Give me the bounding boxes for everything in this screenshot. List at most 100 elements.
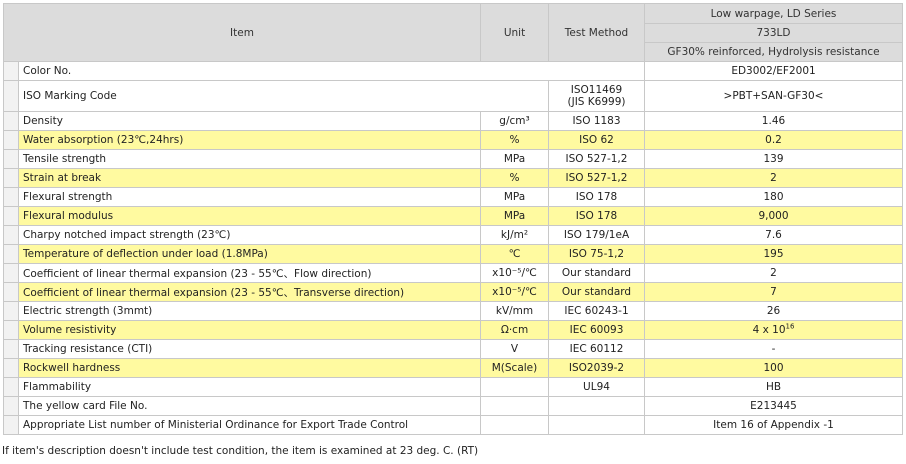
cell-unit bbox=[480, 396, 549, 416]
value-text: 7 bbox=[770, 286, 777, 298]
header-grade: 733LD bbox=[644, 23, 903, 43]
cell-value: Item 16 of Appendix -1 bbox=[644, 415, 903, 435]
cell-item: Density bbox=[18, 111, 481, 131]
footnote: If item's description doesn't include te… bbox=[2, 445, 479, 457]
cell-item: Volume resistivity bbox=[18, 320, 481, 340]
cell-test-method: Our standard bbox=[548, 282, 645, 302]
header-unit: Unit bbox=[480, 3, 549, 62]
cell-unit: % bbox=[480, 168, 549, 188]
value-text: >PBT+SAN-GF30< bbox=[723, 90, 824, 102]
table-row: Water absorption (23℃,24hrs)% ISO 62 0.2 bbox=[3, 130, 903, 150]
table-row: Tracking resistance (CTI) V IEC 60112 - bbox=[3, 339, 903, 359]
value-text: HB bbox=[765, 381, 782, 393]
row-spacer bbox=[3, 263, 19, 283]
cell-unit: V bbox=[480, 339, 549, 359]
header-series: Low warpage, LD Series bbox=[644, 3, 903, 24]
table-row: Charpy notched impact strength (23℃) kJ/m… bbox=[3, 225, 903, 245]
value-text: 0.2 bbox=[765, 134, 782, 146]
value-exponent: 16 bbox=[785, 322, 795, 331]
cell-test-method: ISO 178 bbox=[548, 187, 645, 207]
value-text: 1.46 bbox=[761, 115, 786, 127]
cell-unit: Ω·cm bbox=[480, 320, 549, 340]
cell-unit: kJ/m² bbox=[480, 225, 549, 245]
value-text: 4 x 10 bbox=[752, 324, 786, 336]
test-method-line: (JIS K6999) bbox=[567, 96, 626, 108]
table-row: Coefficient of linear thermal expansion … bbox=[3, 263, 903, 283]
cell-item: Temperature of deflection under load (1.… bbox=[18, 244, 481, 264]
table-row: Flexural strength MPa ISO 178 180 bbox=[3, 187, 903, 207]
cell-item: Appropriate List number of Ministerial O… bbox=[18, 415, 481, 435]
cell-test-method: ISO 527-1,2 bbox=[548, 168, 645, 188]
row-spacer bbox=[3, 301, 19, 321]
header-item: Item bbox=[3, 3, 481, 62]
header-test-method: Test Method bbox=[548, 3, 645, 62]
cell-value: 4 x 1016 bbox=[644, 320, 903, 340]
row-spacer bbox=[3, 377, 19, 397]
row-spacer bbox=[3, 396, 19, 416]
cell-value: ED3002/EF2001 bbox=[644, 61, 903, 81]
table-row: The yellow card File No. E213445 bbox=[3, 396, 903, 416]
cell-test-method: ISO 527-1,2 bbox=[548, 149, 645, 169]
cell-item: Rockwell hardness bbox=[18, 358, 481, 378]
cell-unit: MPa bbox=[480, 187, 549, 207]
cell-value: 7 bbox=[644, 282, 903, 302]
value-text: 100 bbox=[763, 362, 784, 374]
value-text: Item 16 of Appendix -1 bbox=[713, 419, 834, 431]
value-text: 195 bbox=[763, 248, 784, 260]
cell-unit: g/cm³ bbox=[480, 111, 549, 131]
row-spacer bbox=[3, 187, 19, 207]
cell-test-method: Our standard bbox=[548, 263, 645, 283]
cell-value: 9,000 bbox=[644, 206, 903, 226]
value-text: 180 bbox=[763, 191, 784, 203]
table-row: Color No. ED3002/EF2001 bbox=[3, 61, 903, 81]
table-row: Strain at break% ISO 527-1,2 2 bbox=[3, 168, 903, 188]
table-row: Density g/cm³ ISO 1183 1.46 bbox=[3, 111, 903, 131]
cell-unit: ℃ bbox=[480, 244, 549, 264]
row-spacer bbox=[3, 244, 19, 264]
value-text: 2 bbox=[770, 172, 777, 184]
cell-test-method: ISO 62 bbox=[548, 130, 645, 150]
cell-test-method: IEC 60243-1 bbox=[548, 301, 645, 321]
header-grade-description: GF30% reinforced, Hydrolysis resistance bbox=[644, 42, 903, 62]
table-row: Flammability UL94 HB bbox=[3, 377, 903, 397]
cell-test-method: IEC 60112 bbox=[548, 339, 645, 359]
table-row: Electric strength (3mmt) kV/mm IEC 60243-1… bbox=[3, 301, 903, 321]
cell-item: Flexural modulus bbox=[18, 206, 481, 226]
table-body: Color No. ED3002/EF2001 ISO Marking Code IS… bbox=[3, 61, 903, 435]
table-row: Temperature of deflection under load (1.… bbox=[3, 244, 903, 264]
cell-value: 2 bbox=[644, 263, 903, 283]
cell-value: 0.2 bbox=[644, 130, 903, 150]
table-row: Flexural modulus MPa ISO 178 9,000 bbox=[3, 206, 903, 226]
test-method-line: ISO11469 bbox=[570, 84, 623, 96]
value-text: 26 bbox=[766, 305, 781, 317]
cell-value: 2 bbox=[644, 168, 903, 188]
table-row: Coefficient of linear thermal expansion … bbox=[3, 282, 903, 302]
cell-item: Coefficient of linear thermal expansion … bbox=[18, 282, 481, 302]
cell-test-method: UL94 bbox=[548, 377, 645, 397]
table-row: ISO Marking Code ISO11469 (JIS K6999) >PBT+… bbox=[3, 80, 903, 112]
table-header: Item Unit Test Method Low warpage, LD Se… bbox=[3, 3, 903, 62]
cell-item: Tracking resistance (CTI) bbox=[18, 339, 481, 359]
row-spacer bbox=[3, 320, 19, 340]
cell-item: Flammability bbox=[18, 377, 481, 397]
cell-unit: x10⁻⁵/℃ bbox=[480, 282, 549, 302]
cell-test-method: ISO 75-1,2 bbox=[548, 244, 645, 264]
cell-unit bbox=[480, 415, 549, 435]
row-spacer bbox=[3, 149, 19, 169]
spec-table: Item Unit Test Method Low warpage, LD Se… bbox=[3, 3, 903, 435]
row-spacer bbox=[3, 225, 19, 245]
cell-item: Flexural strength bbox=[18, 187, 481, 207]
row-spacer bbox=[3, 80, 19, 112]
row-spacer bbox=[3, 339, 19, 359]
cell-item: Strain at break bbox=[18, 168, 481, 188]
cell-unit: MPa bbox=[480, 149, 549, 169]
row-spacer bbox=[3, 415, 19, 435]
cell-value: 180 bbox=[644, 187, 903, 207]
cell-test-method: ISO 1183 bbox=[548, 111, 645, 131]
row-spacer bbox=[3, 61, 19, 81]
value-text: 2 bbox=[770, 267, 777, 279]
table-row: Appropriate List number of Ministerial O… bbox=[3, 415, 903, 435]
table-row: Tensile strength MPa ISO 527-1,2 139 bbox=[3, 149, 903, 169]
cell-item: Color No. bbox=[18, 61, 645, 81]
value-text: 9,000 bbox=[758, 210, 789, 222]
